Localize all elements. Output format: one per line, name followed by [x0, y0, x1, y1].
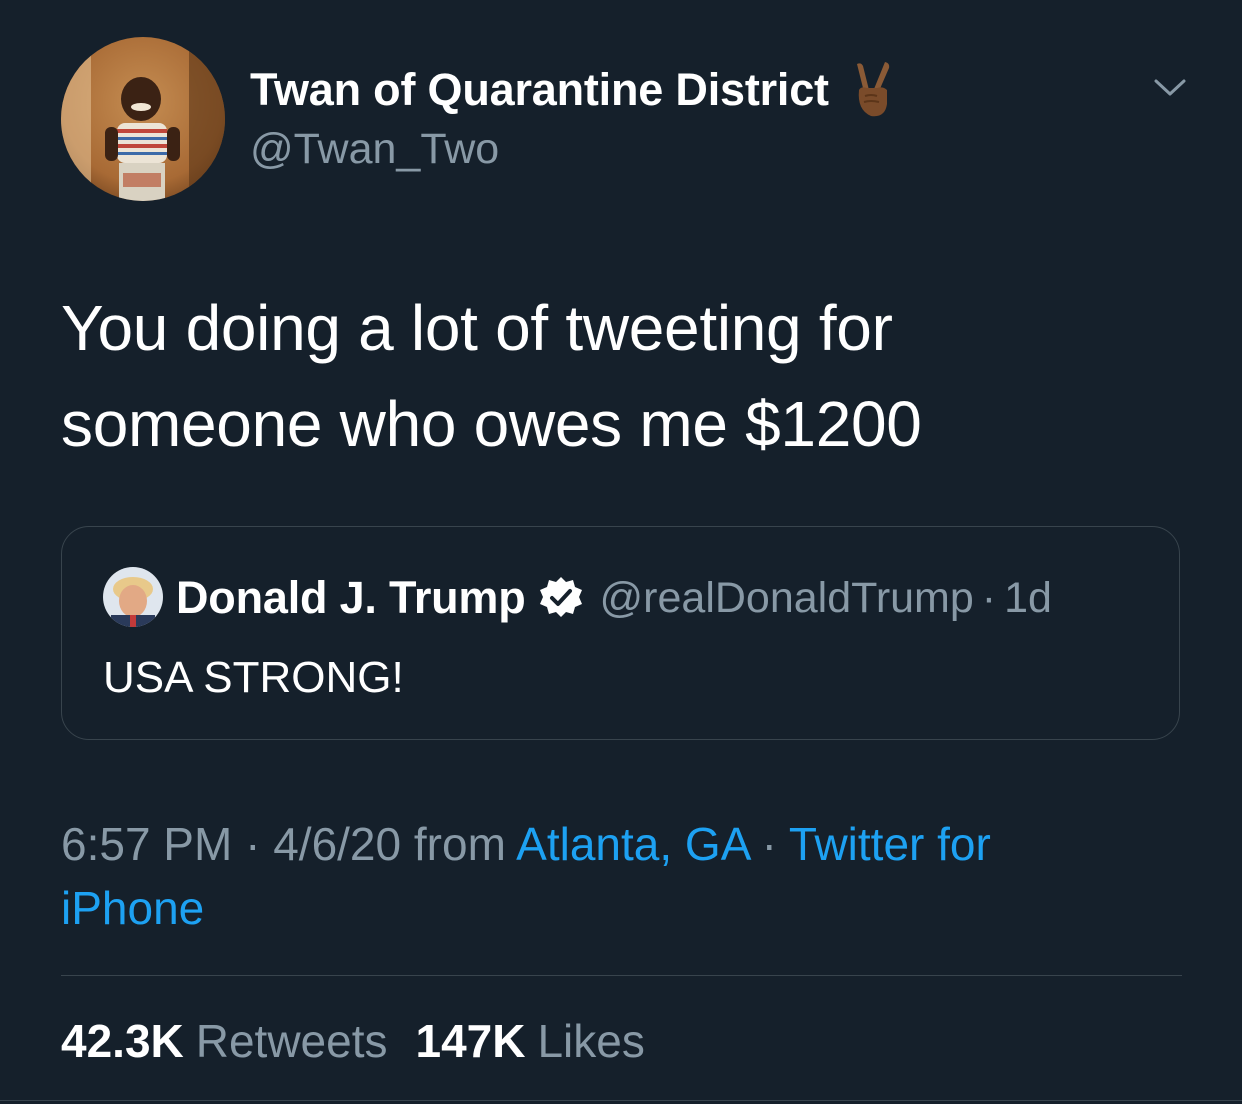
separator-dot: ·: [245, 818, 261, 870]
quoted-tweet-time[interactable]: 1d: [1004, 574, 1052, 623]
author-handle[interactable]: @Twan_Two: [250, 125, 499, 174]
chevron-down-icon[interactable]: [1150, 72, 1190, 102]
tweet-date[interactable]: 4/6/20: [273, 818, 401, 870]
quoted-tweet-text: USA STRONG!: [103, 653, 404, 702]
author-name-row[interactable]: Twan of Quarantine District: [250, 58, 897, 122]
likes-stat[interactable]: 147K Likes: [416, 1014, 645, 1068]
retweets-stat[interactable]: 42.3K Retweets: [61, 1014, 388, 1068]
tweet-time[interactable]: 6:57 PM: [61, 818, 232, 870]
separator-dot: ·: [761, 818, 777, 870]
quoted-tweet-header: Donald J. Trump @realDonaldTrump · 1d: [176, 567, 1052, 629]
divider: [61, 975, 1182, 976]
location-link[interactable]: Atlanta, GA: [516, 818, 749, 870]
verified-badge-icon: [538, 575, 584, 621]
retweets-count: 42.3K: [61, 1015, 184, 1067]
source-link-continued[interactable]: iPhone: [61, 882, 204, 934]
tweet-text-line: someone who owes me $1200: [61, 388, 922, 460]
author-display-name[interactable]: Twan of Quarantine District: [250, 64, 829, 116]
quoted-author-avatar[interactable]: [103, 567, 163, 627]
separator-dot: ·: [981, 573, 997, 622]
victory-hand-icon: [847, 60, 897, 120]
tweet-meta-line: 6:57 PM · 4/6/20 from Atlanta, GA · Twit…: [61, 812, 1181, 876]
avatar-image: [61, 37, 225, 201]
quoted-tweet-card[interactable]: Donald J. Trump @realDonaldTrump · 1d US…: [61, 526, 1180, 740]
tweet-text-line: You doing a lot of tweeting for: [61, 292, 893, 364]
quoted-avatar-image: [103, 567, 163, 627]
quoted-author-handle[interactable]: @realDonaldTrump: [600, 574, 974, 623]
from-label: from: [413, 818, 506, 870]
retweets-label: Retweets: [195, 1015, 388, 1067]
tweet-meta: 6:57 PM · 4/6/20 from Atlanta, GA · Twit…: [61, 812, 1181, 940]
tweet-text: You doing a lot of tweeting for someone …: [61, 280, 1181, 472]
author-avatar[interactable]: [61, 37, 225, 201]
bottom-divider: [0, 1100, 1242, 1101]
tweet-meta-line: iPhone: [61, 876, 1181, 940]
likes-label: Likes: [537, 1015, 645, 1067]
quoted-author-name[interactable]: Donald J. Trump: [176, 572, 526, 624]
tweet-stats: 42.3K Retweets 147K Likes: [61, 1012, 673, 1070]
likes-count: 147K: [415, 1015, 526, 1067]
source-link[interactable]: Twitter for: [789, 818, 991, 870]
